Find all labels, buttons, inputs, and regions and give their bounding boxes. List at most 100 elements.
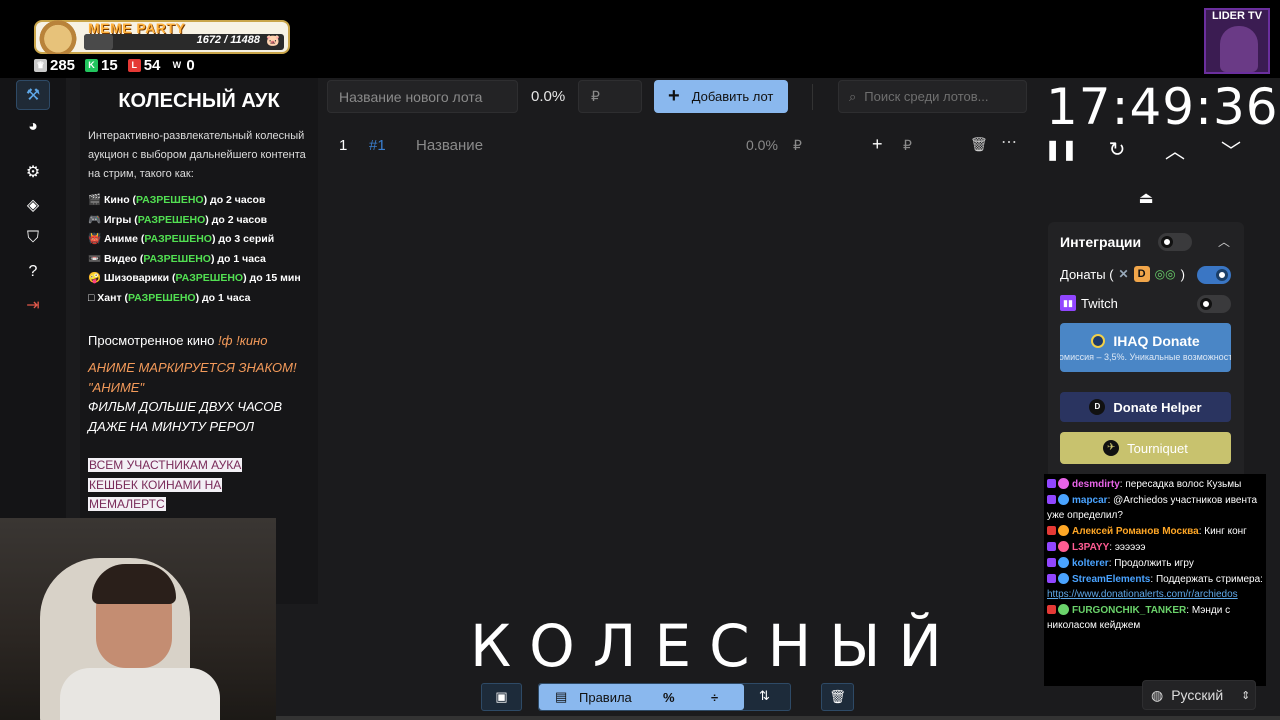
trophy-icon: ♛ — [34, 58, 47, 72]
lot-currency: ₽ — [793, 137, 802, 153]
stat-item: L 54 — [127, 57, 160, 74]
x-icon: ✕ — [1118, 267, 1129, 281]
doge-icon — [34, 20, 82, 54]
chat-text: Поддержать стримера: — [1155, 574, 1263, 585]
clear-lots-icon[interactable]: 🗑 — [821, 683, 854, 711]
reset-icon[interactable]: ↻ — [1103, 135, 1131, 163]
new-lot-percent: 0.0% — [531, 88, 566, 105]
help-icon[interactable]: ? — [16, 257, 50, 287]
rule-limit: до 2 часов — [211, 213, 268, 226]
twitch-toggle[interactable] — [1197, 295, 1231, 313]
language-selected: Русский — [1171, 687, 1224, 703]
logout-icon[interactable]: ⇥ — [16, 290, 50, 320]
rule-name: Аниме — [104, 233, 138, 245]
pause-icon[interactable]: ❚❚ — [1044, 135, 1078, 163]
chat-avatar — [1058, 604, 1069, 615]
chevron-updown-icon: ⇕ — [1241, 689, 1251, 702]
stat-item: ♛ 285 — [34, 57, 75, 74]
new-lot-price-input[interactable]: ₽ — [578, 80, 642, 113]
globe-icon: ◍ — [1151, 686, 1164, 703]
more-icon[interactable]: ⋯ — [1001, 132, 1017, 152]
rules-toggle-button[interactable]: ▤ Правила % ÷ — [539, 684, 744, 710]
live-icon: L — [127, 58, 141, 72]
bottom-bar — [276, 716, 1280, 720]
lot-percent: 0.0% — [746, 137, 778, 153]
rule-icon: 🎮 — [88, 213, 102, 226]
twitch-icon — [1047, 558, 1056, 567]
lot-name-field[interactable]: Название — [416, 137, 483, 154]
chat-avatar — [1058, 541, 1069, 552]
twitch-row: ▮▮ Twitch — [1060, 295, 1118, 311]
film-note-line: ФИЛЬМ ДОЛЬШЕ ДВУХ ЧАСОВ — [88, 399, 283, 414]
channel-badge: LIDER TV — [1204, 8, 1270, 74]
chat-text: ээээээ — [1114, 542, 1146, 553]
twitch-icon: ▮▮ — [1060, 295, 1076, 311]
gear-icon[interactable]: ⚙ — [16, 157, 50, 187]
wheel-chart-icon[interactable]: ◕ — [16, 112, 50, 142]
collapse-icon[interactable]: ⏏ — [1134, 188, 1158, 210]
integrations-toggle[interactable] — [1158, 233, 1192, 251]
chat-nick: desmdirty — [1072, 479, 1120, 490]
trash-icon[interactable]: 🗑 — [970, 136, 988, 153]
rule-status: РАЗРЕШЕНО — [144, 233, 212, 245]
integrations-title: Интеграции — [1060, 234, 1142, 250]
lot-search-input[interactable]: ⌕ Поиск среди лотов... — [838, 80, 1027, 113]
twitch-icon — [1047, 479, 1056, 488]
new-lot-name-input[interactable]: Название нового лота — [327, 80, 518, 113]
sort-icon[interactable]: ⇅ — [759, 688, 770, 704]
rules-icon: ▤ — [555, 689, 568, 704]
chat-nick: Алексей Романов Москва — [1072, 526, 1199, 537]
cashback-line: ВСЕМ УЧАСТНИКАМ АУКА — [88, 458, 243, 472]
tourniquet-button[interactable]: ✈ Tourniquet — [1060, 432, 1231, 464]
donate-helper-label: Donate Helper — [1113, 399, 1202, 415]
stat-item: K 15 — [85, 57, 118, 74]
rule-limit: до 2 часов — [210, 194, 266, 206]
rule-item: □ Хант (РАЗРЕШЕНО) до 1 часа — [88, 291, 251, 304]
ihaq-logo-icon — [1091, 334, 1106, 348]
channel-badge-label: LIDER TV — [1211, 10, 1263, 22]
shield-check-icon[interactable]: ⛉ — [16, 223, 50, 253]
donations-toggle[interactable] — [1197, 266, 1231, 284]
ihaq-donate-button[interactable]: IHAQ Donate Комиссия – 3,5%. Уникальные … — [1060, 323, 1231, 372]
timer-decrease-icon[interactable]: ﹀ — [1217, 135, 1245, 163]
donatepay-icon: ◎◎ — [1154, 267, 1176, 281]
chat-link[interactable]: https://www.donationalerts.com/r/archied… — [1047, 589, 1238, 600]
stream-stats: ♛ 285 K 15 L 54 W 0 — [34, 56, 195, 74]
rule-icon: 📼 — [88, 252, 102, 265]
integrations-panel: Интеграции ︿ Донаты ( ✕ D ◎◎ ) ▮▮ Twitch… — [1048, 222, 1244, 480]
chevron-up-icon[interactable]: ︿ — [1218, 233, 1230, 250]
save-icon[interactable]: ▣ — [481, 683, 522, 711]
live-icon — [1047, 605, 1056, 614]
meme-party-progress-fill — [84, 34, 114, 50]
language-select[interactable]: ◍ Русский ⇕ — [1142, 680, 1256, 710]
chat-avatar — [1058, 573, 1069, 584]
rule-item: 🎬 Кино (РАЗРЕШЕНО) до 2 часов — [88, 194, 266, 206]
meme-party-badge: MEME PARTY 1672 / 11488 🐷 — [34, 20, 290, 54]
cashback-note: ВСЕМ УЧАСТНИКАМ АУКА КЕШБЕК КОИНАМИ НА М… — [88, 456, 258, 515]
watched-movies: Просмотренное кино !ф !кино — [88, 333, 310, 348]
rules-intro: Интерактивно-развлекательный колесный ау… — [88, 130, 306, 180]
film-note: ФИЛЬМ ДОЛЬШЕ ДВУХ ЧАСОВ ДАЖЕ НА МИНУТУ Р… — [88, 397, 310, 436]
add-lot-button[interactable]: + Добавить лот — [654, 80, 788, 113]
lot-add-amount-icon[interactable]: + — [872, 134, 883, 155]
lot-id: #1 — [369, 137, 386, 154]
new-lot-name-placeholder: Название нового лота — [339, 88, 483, 105]
donate-helper-button[interactable]: D Donate Helper — [1060, 392, 1231, 422]
rule-icon: 👹 — [88, 233, 102, 245]
pig-icon: 🐷 — [266, 35, 280, 47]
timer-display: 17:49:36 — [1046, 78, 1279, 136]
rules-label: Правила — [579, 689, 632, 705]
twitch-icon — [1047, 542, 1056, 551]
lot-add-amount-input[interactable]: ₽ — [903, 137, 912, 154]
timer-increase-icon[interactable]: ︿ — [1161, 135, 1189, 163]
lot-row: 1 #1 Название 0.0% ₽ + ₽ 🗑 ⋯ — [327, 132, 1027, 158]
w-icon: W — [172, 59, 182, 70]
chat-message: Алексей Романов Москва: Кинг конг — [1047, 524, 1263, 539]
hammer-icon[interactable]: ⚒ — [16, 80, 50, 110]
anime-note-line: АНИМЕ МАРКИРУЕТСЯ ЗНАКОМ! — [88, 360, 297, 375]
bottom-toolbar-group: ▤ Правила % ÷ ⇅ — [538, 683, 791, 711]
layers-icon[interactable]: ◈ — [16, 190, 50, 220]
chat-message: mapcar: @Archiedos участников ивента уже… — [1047, 494, 1258, 521]
percent-icon[interactable]: % — [663, 690, 675, 705]
split-icon[interactable]: ÷ — [711, 690, 718, 705]
